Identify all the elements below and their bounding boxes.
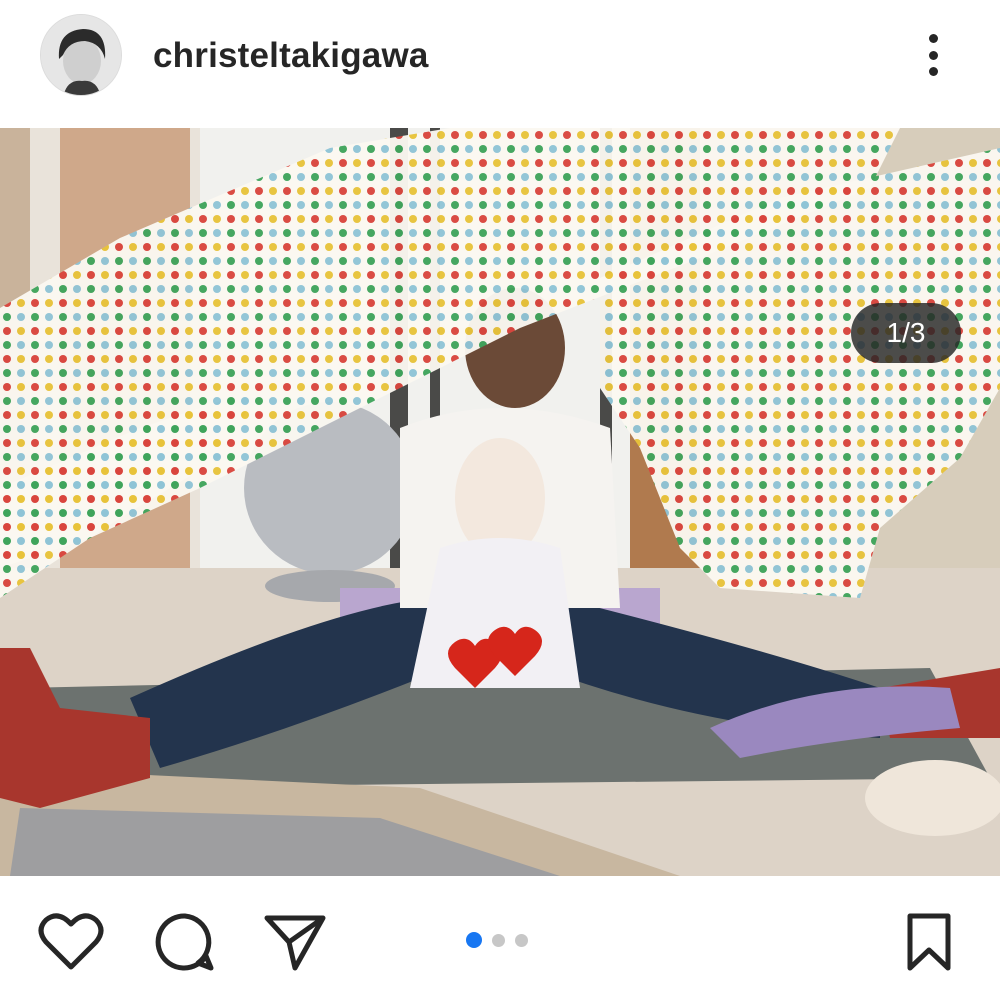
action-bar — [0, 876, 1000, 998]
username[interactable]: christeltakigawa — [153, 36, 429, 76]
avatar[interactable] — [40, 14, 122, 96]
avatar-image — [41, 15, 121, 95]
carousel-dot-2[interactable] — [492, 933, 505, 947]
post-photo[interactable]: 1/3 — [0, 128, 1000, 876]
carousel-counter: 1/3 — [851, 303, 961, 363]
paper-plane-icon[interactable] — [262, 909, 328, 975]
carousel-dot-1[interactable] — [466, 932, 482, 948]
heart-icon[interactable] — [38, 909, 104, 975]
carousel-indicator — [466, 932, 528, 948]
photo-scene — [0, 128, 1000, 876]
comment-bubble-icon[interactable] — [152, 909, 218, 975]
carousel-dot-3[interactable] — [515, 933, 528, 947]
more-vertical-icon[interactable] — [918, 30, 948, 80]
post-header: christeltakigawa — [0, 0, 1000, 128]
bookmark-icon[interactable] — [896, 909, 962, 975]
